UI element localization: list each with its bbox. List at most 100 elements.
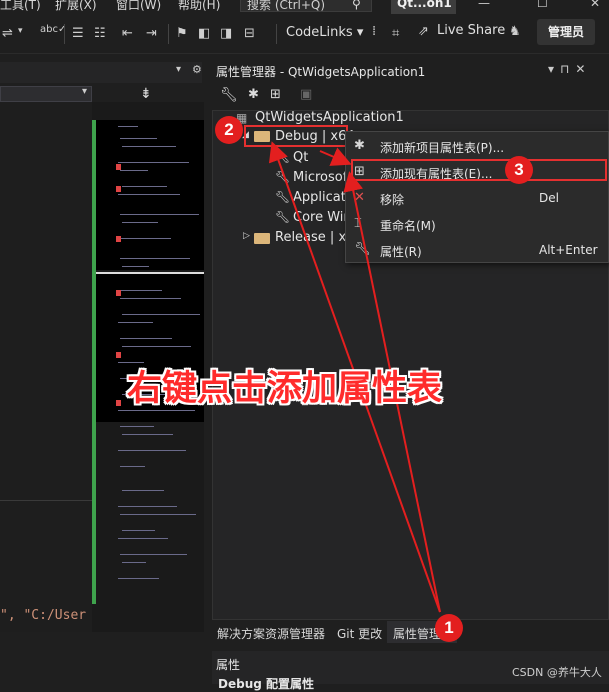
indent-icon[interactable]: ⇤ xyxy=(122,26,133,41)
menu-item-add-new-sheet[interactable]: ✱ 添加新项目属性表(P)... xyxy=(346,134,609,160)
clear-bookmarks-icon[interactable]: ⊟ xyxy=(244,26,255,41)
dropdown-icon[interactable]: ▾ xyxy=(18,26,23,36)
minimap-code-line xyxy=(120,214,199,215)
editor-tab-strip xyxy=(0,62,202,83)
outdent-icon[interactable]: ⇥ xyxy=(146,26,157,41)
tree-release-config[interactable]: Release | x6 xyxy=(275,230,354,245)
minimap-code-line xyxy=(118,162,189,163)
minimap-code-line xyxy=(122,222,158,223)
minimap-code-line xyxy=(118,238,171,239)
add-new-sheet-icon[interactable]: ✱ xyxy=(248,87,259,102)
next-bookmark-icon[interactable]: ◨ xyxy=(220,26,232,41)
minimap-code-line xyxy=(122,530,155,531)
search-icon[interactable]: ⚲ xyxy=(352,0,361,11)
minimap-code-line xyxy=(120,138,157,139)
code-fragment: ", "C:/User xyxy=(0,608,87,623)
debug-target-icon[interactable]: ⌗ xyxy=(392,26,399,41)
tab-solution-explorer[interactable]: 解决方案资源管理器 xyxy=(217,625,325,642)
add-existing-sheet-icon[interactable]: ⊞ xyxy=(270,87,281,102)
editor-divider xyxy=(0,500,92,501)
panel-controls[interactable]: ▾⊓✕ xyxy=(548,62,591,76)
tree-child-core[interactable]: Core Wir xyxy=(293,210,349,225)
comment-icon[interactable]: ☰ xyxy=(72,26,84,41)
settings-gear-icon[interactable]: ⚙ xyxy=(192,63,202,76)
app-title: Qt...on1 xyxy=(397,0,452,10)
minimap-code-line xyxy=(122,490,164,491)
minimap-marker xyxy=(116,290,121,296)
menu-tools[interactable]: 工具(T) xyxy=(0,0,41,13)
format-icon[interactable]: ⇌ xyxy=(2,26,13,41)
wrench-icon: 🔧︎ xyxy=(354,242,371,257)
property-manager-title: 属性管理器 - QtWidgetsApplication1 xyxy=(216,65,426,79)
minimap-code-line xyxy=(118,126,138,127)
minimap-marker xyxy=(116,352,121,358)
close-window-icon[interactable]: ✕ xyxy=(590,0,600,10)
split-editor-icon[interactable]: ⇟ xyxy=(140,86,152,102)
tree-child-microsoft[interactable]: Microsof xyxy=(293,170,347,185)
minimap-code-line xyxy=(120,298,181,299)
minimap-code-line xyxy=(120,338,172,339)
minimap-marker xyxy=(116,186,121,192)
spellcheck-icon[interactable]: abc✓ xyxy=(40,24,66,35)
minimap-code-line xyxy=(120,554,187,555)
tab-git-changes[interactable]: Git 更改 xyxy=(337,625,382,642)
bookmark-icon[interactable]: ⚑ xyxy=(176,26,188,41)
save-icon[interactable]: ▣ xyxy=(300,87,312,102)
minimap-code-line xyxy=(122,434,173,435)
menu-item-rename[interactable]: ⌶ 重命名(M) xyxy=(346,212,609,238)
app-title-tab: Qt...on1 xyxy=(391,0,456,14)
context-menu: ✱ 添加新项目属性表(P)... ⊞ 添加现有属性表(E)... ✕ 移除 De… xyxy=(345,131,609,263)
menu-window[interactable]: 窗口(W) xyxy=(116,0,161,13)
annotation-caption: 右键点击添加属性表 xyxy=(127,369,443,409)
minimap-code-line xyxy=(122,314,200,315)
minimap-marker xyxy=(116,236,121,242)
liveshare-button[interactable]: Live Share xyxy=(437,23,505,38)
liveshare-icon[interactable]: ⇗ xyxy=(418,24,429,39)
tree-child-qt[interactable]: Qt xyxy=(293,150,308,165)
uncomment-icon[interactable]: ☷ xyxy=(94,26,106,41)
expand-icon[interactable]: ▷ xyxy=(243,231,250,241)
menu-extensions[interactable]: 扩展(X) xyxy=(55,0,97,13)
feedback-icon[interactable]: ♞ xyxy=(509,24,521,39)
step-badge-2: 2 xyxy=(215,116,243,144)
minimap-code-line xyxy=(120,258,190,259)
menu-help[interactable]: 帮助(H) xyxy=(178,0,220,13)
add-new-sheet-icon: ✱ xyxy=(354,138,365,153)
minimap-code-line xyxy=(122,266,149,267)
codelinks-menu[interactable]: CodeLinks ▾ xyxy=(286,25,363,40)
tab-overflow-icon[interactable]: ▾ xyxy=(176,64,181,75)
minimize-icon[interactable]: — xyxy=(478,0,490,10)
minimap-code-line xyxy=(118,290,162,291)
minimap-marker xyxy=(116,400,121,406)
code-editor[interactable] xyxy=(0,102,92,632)
change-indicator xyxy=(92,120,96,604)
wrench-icon: 🔧︎ xyxy=(275,170,291,184)
debug-highlight-box xyxy=(244,125,348,147)
member-dropdown[interactable]: ▾ xyxy=(0,86,92,102)
minimap-marker xyxy=(116,164,121,170)
minimap-code-line xyxy=(118,450,186,451)
tree-project[interactable]: QtWidgetsApplication1 xyxy=(255,110,404,125)
minimap-code-line xyxy=(118,538,168,539)
properties-title: 属性 xyxy=(216,658,241,672)
admin-badge[interactable]: 管理员 xyxy=(537,19,595,45)
search-placeholder: 搜索 (Ctrl+Q) xyxy=(247,0,326,12)
menu-item-remove[interactable]: ✕ 移除 Del xyxy=(346,186,609,212)
minimap-code-line xyxy=(120,514,196,515)
maximize-icon[interactable]: ☐ xyxy=(537,0,548,10)
menu-highlight-box xyxy=(351,159,607,181)
wrench-icon: 🔧︎ xyxy=(275,210,291,224)
grip-icon: ⁞ xyxy=(372,24,377,39)
prev-bookmark-icon[interactable]: ◧ xyxy=(198,26,210,41)
minimap-code-line xyxy=(120,466,145,467)
wrench-icon: 🔧︎ xyxy=(275,150,291,164)
wrench-icon[interactable]: 🔧︎ xyxy=(220,87,238,103)
step-badge-3: 3 xyxy=(505,156,533,184)
toolbar: ⇌ ▾ abc✓ ☰ ☷ ⇤ ⇥ ⚑ ◧ ◨ ⊟ CodeLinks ▾ ⁞ ⌗… xyxy=(0,14,609,54)
minimap-code-line xyxy=(122,186,167,187)
step-badge-1: 1 xyxy=(435,614,463,642)
rename-icon: ⌶ xyxy=(354,216,362,231)
menu-item-properties[interactable]: 🔧︎ 属性(R) Alt+Enter xyxy=(346,238,609,264)
minimap-code-line xyxy=(118,506,177,507)
minimap-region-1 xyxy=(96,120,204,270)
